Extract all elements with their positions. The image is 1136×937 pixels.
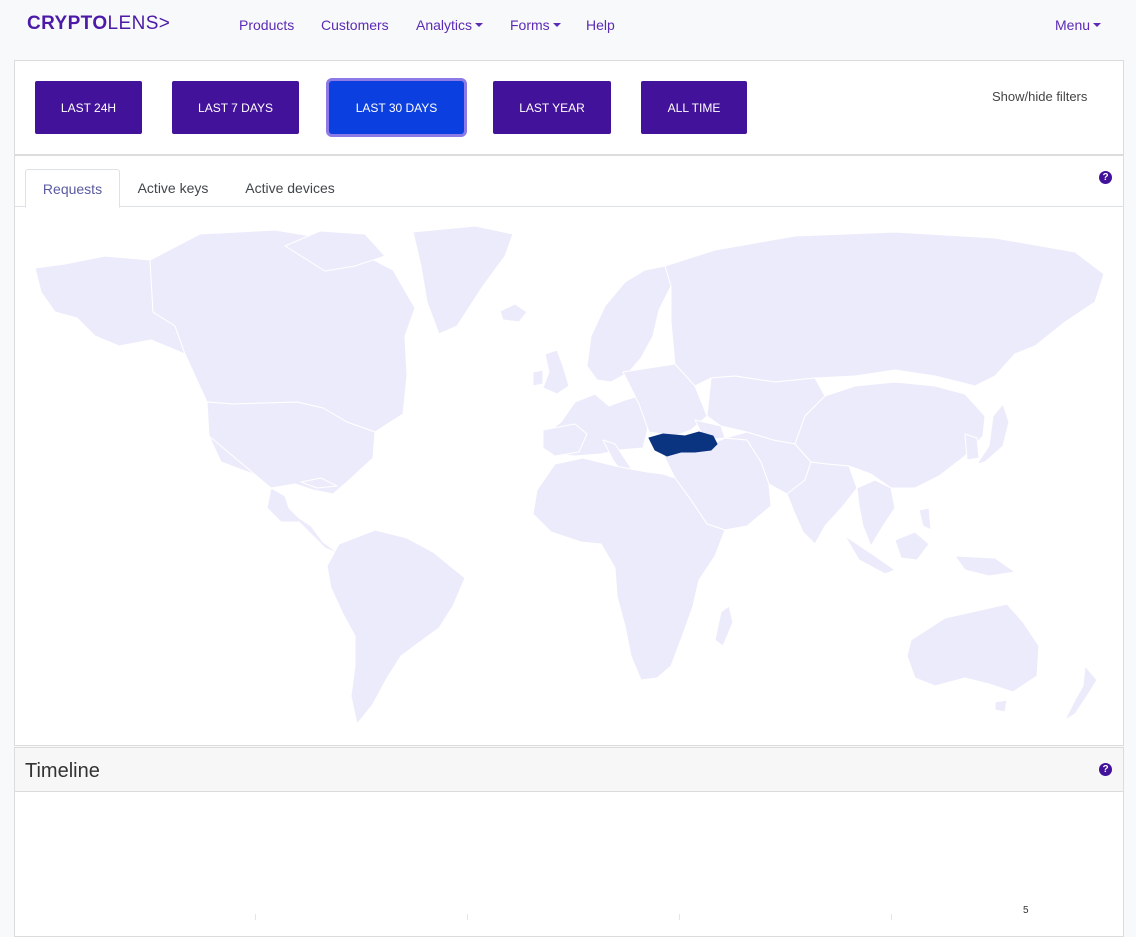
map-region-new-zealand <box>1064 665 1098 721</box>
nav-analytics-dropdown[interactable]: Analytics <box>416 17 483 33</box>
filter-all-time-button[interactable]: ALL TIME <box>641 81 747 134</box>
timeline-axis-tick-label: 5 <box>1023 905 1029 916</box>
timeline-gridline <box>255 914 256 920</box>
timeline-gridline <box>679 914 680 920</box>
brand-logo[interactable]: CRYPTOLENS> <box>27 13 170 35</box>
map-region-south-america <box>326 529 466 725</box>
map-region-uk-ireland <box>542 349 570 395</box>
map-card: Requests Active keys Active devices ? <box>14 155 1124 746</box>
timeline-gridline <box>467 914 468 920</box>
filters-card: LAST 24H LAST 7 DAYS LAST 30 DAYS LAST Y… <box>14 60 1124 155</box>
tab-requests[interactable]: Requests <box>25 169 120 208</box>
tab-active-devices[interactable]: Active devices <box>230 169 350 207</box>
timeline-title: Timeline <box>25 760 100 782</box>
nav-forms-dropdown[interactable]: Forms <box>510 17 561 33</box>
tab-active-keys[interactable]: Active keys <box>123 169 223 207</box>
map-region-tasmania <box>994 699 1008 713</box>
timeline-gridline <box>891 914 892 920</box>
map-region-scandinavia <box>586 265 672 383</box>
map-region-iceland <box>499 303 528 323</box>
map-region-madagascar <box>714 605 734 647</box>
question-circle-icon[interactable]: ? <box>1099 763 1112 776</box>
filter-last-30-days-button[interactable]: LAST 30 DAYS <box>329 81 464 134</box>
brand-logo-part1: CRYPTO <box>27 13 108 34</box>
world-map <box>35 226 1104 725</box>
map-region-australia <box>906 603 1040 693</box>
filter-last-24h-button[interactable]: LAST 24H <box>35 81 142 134</box>
map-region-canada <box>149 229 416 433</box>
question-circle-icon[interactable]: ? <box>1099 171 1112 184</box>
map-region-philippines <box>918 507 932 531</box>
tab-bar: Requests Active keys Active devices <box>15 156 1123 208</box>
map-region-korea <box>964 433 980 461</box>
map-region-ireland <box>532 369 544 387</box>
timeline-header: Timeline <box>15 748 1123 792</box>
navbar: CRYPTOLENS> Products Customers Analytics… <box>0 0 1136 52</box>
map-region-russia <box>664 231 1104 387</box>
timeline-card: Timeline ? 5 <box>14 747 1124 937</box>
map-region-southeast-asia <box>856 479 896 547</box>
show-hide-filters-link[interactable]: Show/hide filters <box>992 89 1087 104</box>
nav-help[interactable]: Help <box>586 17 615 33</box>
nav-customers[interactable]: Customers <box>321 17 389 33</box>
map-region-new-guinea <box>954 555 1016 577</box>
map-region-borneo <box>894 531 930 561</box>
nav-products[interactable]: Products <box>239 17 294 33</box>
map-region-greenland <box>412 226 514 335</box>
filter-last-year-button[interactable]: LAST YEAR <box>493 81 611 134</box>
nav-menu-dropdown[interactable]: Menu <box>1055 17 1101 33</box>
filter-last-7-days-button[interactable]: LAST 7 DAYS <box>172 81 299 134</box>
brand-logo-part2: LENS> <box>107 13 171 34</box>
